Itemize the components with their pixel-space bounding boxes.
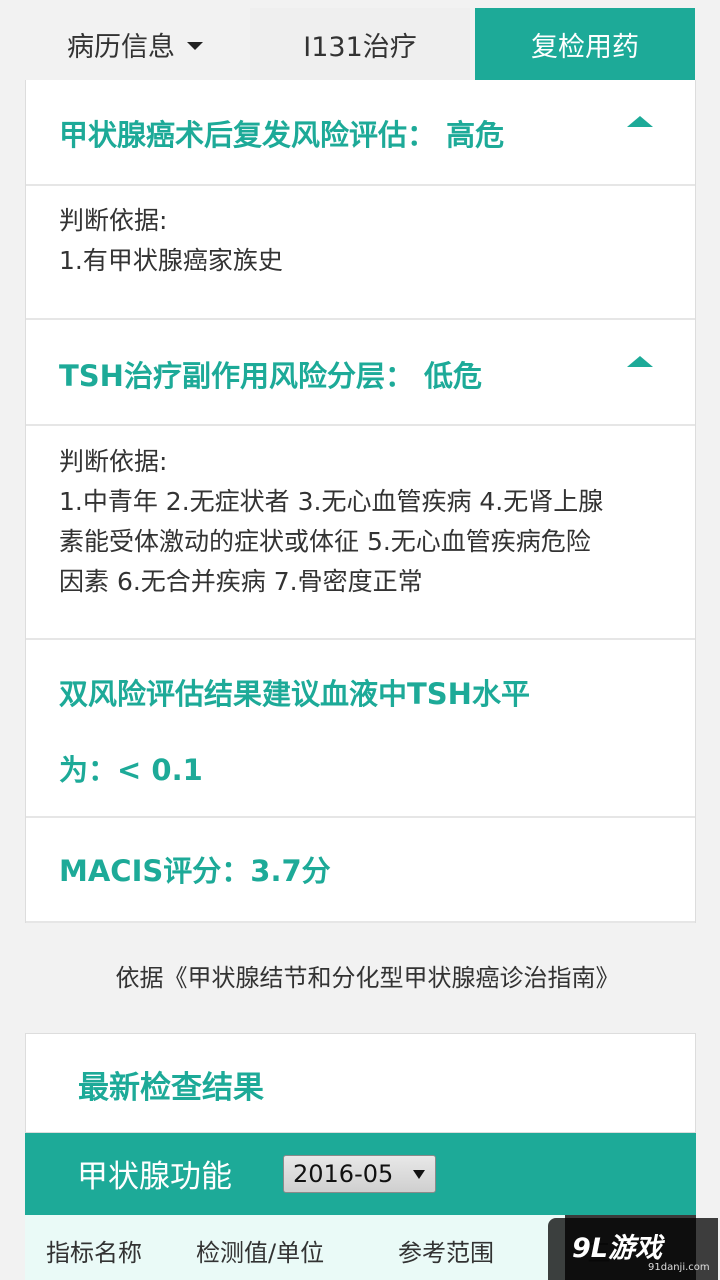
basis-line: 因素 6.无合并疾病 7.骨密度正常 — [59, 567, 423, 596]
basis-line: 素能受体激动的症状或体征 5.无心血管疾病危险 — [59, 527, 591, 556]
section-basis: 判断依据: 1.有甲状腺癌家族史 — [59, 201, 283, 281]
tab-label: I131治疗 — [303, 31, 417, 63]
recommendation-line: 双风险评估结果建议血液中TSH水平 — [59, 677, 530, 711]
basis-label: 判断依据: — [59, 206, 168, 235]
tsh-recommendation: 双风险评估结果建议血液中TSH水平 为：< 0.1 — [59, 672, 530, 792]
tab-medical-record[interactable]: 病历信息 — [25, 8, 245, 80]
chevron-down-icon — [187, 41, 203, 50]
column-header: 指标名称 — [46, 1239, 142, 1267]
divider — [26, 816, 695, 818]
basis-line: 1.中青年 2.无症状者 3.无心血管疾病 4.无肾上腺 — [59, 487, 604, 516]
divider — [26, 921, 695, 923]
latest-results-title: 最新检查结果 — [78, 1070, 264, 1106]
dropdown-arrow-icon — [413, 1170, 425, 1179]
divider — [26, 638, 695, 640]
watermark-logo: 9L游戏 — [572, 1233, 662, 1264]
column-header: 参考范围 — [398, 1239, 494, 1267]
section-title: TSH治疗副作用风险分层： 低危 — [59, 359, 483, 393]
divider — [26, 184, 695, 186]
section-recurrence-risk-header[interactable]: 甲状腺癌术后复发风险评估： 高危 — [26, 80, 695, 184]
thyroid-function-title: 甲状腺功能 — [77, 1159, 232, 1195]
collapse-icon[interactable] — [627, 116, 653, 127]
collapse-icon[interactable] — [627, 356, 653, 367]
column-header: 检测值/单位 — [196, 1239, 325, 1267]
divider — [26, 424, 695, 426]
watermark: 9L游戏 91danji.com — [548, 1218, 718, 1280]
section-tsh-risk-header[interactable]: TSH治疗副作用风险分层： 低危 — [26, 320, 695, 424]
date-select[interactable]: 2016-05 — [283, 1155, 436, 1193]
guideline-reference: 依据《甲状腺结节和分化型甲状腺癌诊治指南》 — [115, 964, 620, 992]
basis-line: 1.有甲状腺癌家族史 — [59, 246, 283, 275]
tab-recheck-medication[interactable]: 复检用药 — [475, 8, 695, 80]
tab-bar: 病历信息 I131治疗 复检用药 — [0, 0, 720, 80]
basis-label: 判断依据: — [59, 447, 168, 476]
recommendation-line: 为：< 0.1 — [59, 753, 203, 787]
section-title: 甲状腺癌术后复发风险评估： 高危 — [59, 118, 505, 152]
latest-results-card: 最新检查结果 — [25, 1033, 696, 1133]
tab-label: 病历信息 — [67, 31, 175, 63]
macis-score: MACIS评分：3.7分 — [59, 854, 331, 888]
date-select-value: 2016-05 — [293, 1160, 394, 1188]
section-basis: 判断依据: 1.中青年 2.无症状者 3.无心血管疾病 4.无肾上腺 素能受体激… — [59, 442, 603, 602]
watermark-url: 91danji.com — [648, 1262, 710, 1273]
tab-label: 复检用药 — [531, 31, 639, 63]
thyroid-function-bar: 甲状腺功能 2016-05 — [25, 1133, 696, 1215]
assessment-panel: 甲状腺癌术后复发风险评估： 高危 判断依据: 1.有甲状腺癌家族史 TSH治疗副… — [25, 80, 696, 923]
tab-i131-treatment[interactable]: I131治疗 — [250, 8, 470, 80]
